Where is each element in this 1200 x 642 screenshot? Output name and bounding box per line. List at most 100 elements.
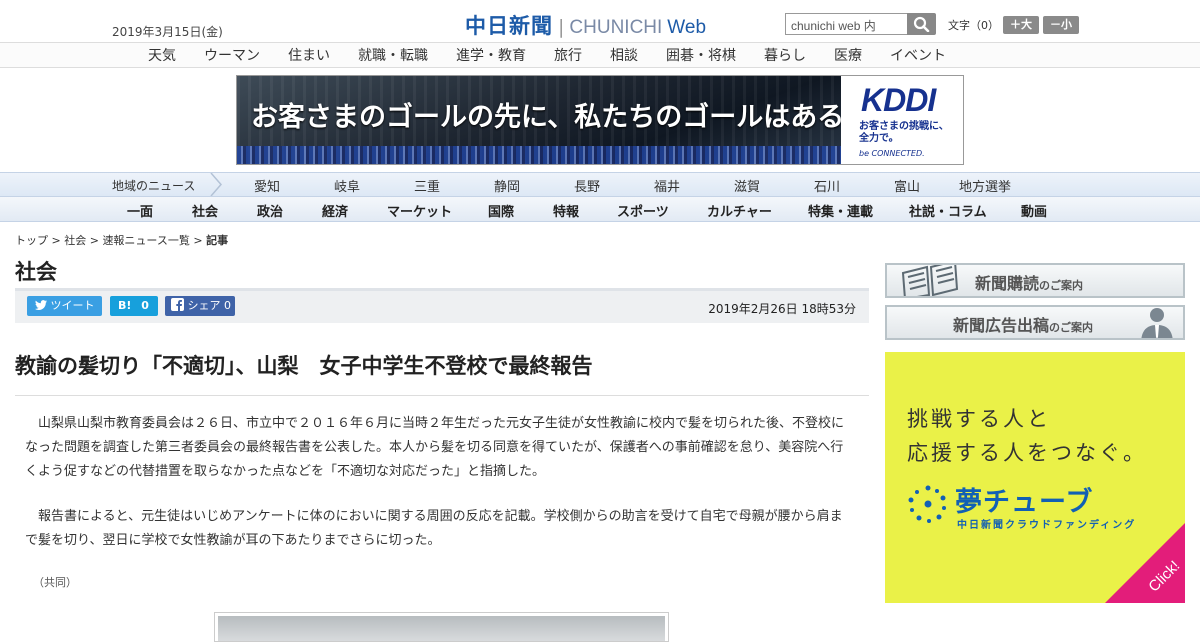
ad-brand-subcopy: お客さまの挑戦に、 全力で。 xyxy=(859,121,949,145)
article-photo-image xyxy=(218,616,665,641)
main-nav-item[interactable]: カルチャー xyxy=(707,201,772,220)
subscription-info-main: 新聞購読 xyxy=(975,274,1040,293)
region-nav-item[interactable]: 石川 xyxy=(814,176,840,195)
main-nav-item[interactable]: 国際 xyxy=(488,201,514,220)
facebook-icon xyxy=(171,298,184,311)
logo-japanese: 中日新聞 xyxy=(465,13,553,38)
main-nav-item[interactable]: 一面 xyxy=(127,201,153,220)
yume-tube-copy-line: 応援する人をつなぐ。 xyxy=(907,441,1147,465)
kddi-ad-banner[interactable]: お客さまのゴールの先に、私たちのゴールはある。 KDDI お客さまの挑戦に、 全… xyxy=(236,75,964,165)
search-button[interactable] xyxy=(907,13,936,35)
dots-burst-icon xyxy=(908,485,946,523)
yume-tube-ad[interactable]: 挑戦する人と 応援する人をつなぐ。 夢チューブ 中日新聞クラウドファンディング … xyxy=(885,352,1185,603)
publish-timestamp: 2019年2月26日 18時53分 xyxy=(708,302,856,316)
region-nav-item[interactable]: 三重 xyxy=(414,176,440,195)
topic-nav-item[interactable]: 旅行 xyxy=(554,45,582,65)
article-paragraph: 報告書によると、元生徒はいじめアンケートに体のにおいに関する周囲の反応を記載。学… xyxy=(25,509,843,548)
topic-nav: 天気 ウーマン 住まい 就職・転職 進学・教育 旅行 相談 囲碁・将棋 暮らし … xyxy=(0,42,1200,68)
region-nav-item[interactable]: 地方選挙 xyxy=(959,176,1011,195)
main-nav-item[interactable]: 社説・コラム xyxy=(909,201,987,220)
main-nav-item[interactable]: 政治 xyxy=(257,201,283,220)
main-nav-item[interactable]: マーケット xyxy=(387,201,452,220)
breadcrumb-link[interactable]: トップ xyxy=(15,234,48,247)
topic-nav-item[interactable]: 暮らし xyxy=(764,45,806,65)
section-title: 社会 xyxy=(15,260,57,284)
text-size-label: 文字（0） xyxy=(948,19,999,32)
share-bar: ツイート B! 0 シェア 0 2019年2月26日 18時53分 xyxy=(15,288,869,323)
yume-tube-copy-line: 挑戦する人と xyxy=(907,407,1051,431)
breadcrumb-link[interactable]: 社会 xyxy=(64,234,86,247)
topic-nav-item[interactable]: 住まい xyxy=(288,45,330,65)
main-nav-item[interactable]: 特報 xyxy=(553,201,579,220)
breadcrumb-separator: > xyxy=(193,234,203,247)
article-photo xyxy=(214,612,669,642)
ad-brand-panel: KDDI お客さまの挑戦に、 全力で。 be CONNECTED. xyxy=(841,76,963,164)
region-nav-item[interactable]: 富山 xyxy=(894,176,920,195)
topic-nav-item[interactable]: 天気 xyxy=(148,45,176,65)
ad-brand-subcopy-line: 全力で。 xyxy=(859,133,899,144)
kddi-logo: KDDI xyxy=(861,82,936,118)
topic-nav-item[interactable]: 相談 xyxy=(610,45,638,65)
search-icon xyxy=(913,16,930,32)
tweet-button[interactable]: ツイート xyxy=(27,296,102,316)
main-nav-item[interactable]: 経済 xyxy=(322,201,348,220)
facebook-share-label: シェア xyxy=(187,299,221,312)
logo-web: Web xyxy=(667,17,707,38)
breadcrumb-link[interactable]: 速報ニュース一覧 xyxy=(102,234,189,247)
facebook-count: 0 xyxy=(224,299,231,312)
subscription-info-button[interactable]: 新聞購読のご案内 xyxy=(885,263,1185,298)
site-header: 2019年3月15日(金) 中日新聞 | CHUNICHI Web chunic… xyxy=(0,0,1200,42)
topic-nav-item[interactable]: 医療 xyxy=(834,45,862,65)
text-size-decrease-button[interactable]: －小 xyxy=(1043,16,1079,34)
topic-nav-item[interactable]: 進学・教育 xyxy=(456,45,526,65)
twitter-bird-icon xyxy=(35,300,47,310)
topic-nav-item[interactable]: 就職・転職 xyxy=(358,45,428,65)
ad-brand-subcopy-line: お客さまの挑戦に、 xyxy=(859,121,949,132)
chevron-right-icon xyxy=(210,173,222,196)
advertising-info-label: 新聞広告出稿のご案内 xyxy=(953,312,1093,336)
topic-nav-item[interactable]: イベント xyxy=(890,45,946,65)
topic-nav-item[interactable]: ウーマン xyxy=(204,45,260,65)
main-nav-item[interactable]: 特集・連載 xyxy=(808,201,873,220)
subscription-info-sub: のご案内 xyxy=(1039,279,1084,292)
open-book-icon xyxy=(901,265,959,296)
hatena-count: 0 xyxy=(141,299,149,312)
logo-english: CHUNICHI xyxy=(569,17,663,38)
region-nav-item[interactable]: 長野 xyxy=(574,176,600,195)
ad-copy: お客さまのゴールの先に、私たちのゴールはある。 xyxy=(251,102,872,133)
hatena-bookmark-icon: B! xyxy=(118,299,132,312)
facebook-share-button[interactable]: シェア 0 xyxy=(165,296,235,316)
advertising-info-main: 新聞広告出稿 xyxy=(953,316,1050,335)
site-logo[interactable]: 中日新聞 | CHUNICHI Web xyxy=(465,10,706,40)
region-nav-item[interactable]: 静岡 xyxy=(494,176,520,195)
main-nav-item[interactable]: 社会 xyxy=(192,201,218,220)
region-nav-item[interactable]: 岐阜 xyxy=(334,176,360,195)
article-credit: （共同） xyxy=(33,576,77,589)
region-nav-item[interactable]: 福井 xyxy=(654,176,680,195)
regional-news-nav: 地域のニュース 愛知 岐阜 三重 静岡 長野 福井 滋賀 石川 富山 地方選挙 xyxy=(0,172,1200,197)
main-category-nav: 一面 社会 政治 経済 マーケット 国際 特報 スポーツ カルチャー 特集・連載… xyxy=(0,197,1200,222)
logo-separator: | xyxy=(558,16,565,38)
subscription-info-label: 新聞購読のご案内 xyxy=(975,270,1083,294)
text-size-increase-button[interactable]: ＋大 xyxy=(1003,16,1039,34)
main-nav-item[interactable]: 動画 xyxy=(1021,201,1047,220)
advertising-info-button[interactable]: 新聞広告出稿のご案内 xyxy=(885,305,1185,340)
current-date: 2019年3月15日(金) xyxy=(112,25,223,39)
breadcrumb-separator: > xyxy=(51,234,61,247)
search-input[interactable]: chunichi web 内 xyxy=(785,13,909,35)
region-nav-item[interactable]: 滋賀 xyxy=(734,176,760,195)
yume-tube-name: 夢チューブ xyxy=(955,487,1094,518)
regional-news-label: 地域のニュース xyxy=(112,179,196,193)
advertising-info-sub: のご案内 xyxy=(1049,321,1094,334)
yume-tube-copy: 挑戦する人と 応援する人をつなぐ。 xyxy=(907,402,1147,470)
main-nav-item[interactable]: スポーツ xyxy=(617,201,669,220)
businessman-icon xyxy=(1141,308,1173,338)
breadcrumb-separator: > xyxy=(89,234,99,247)
hatena-bookmark-button[interactable]: B! 0 xyxy=(110,296,158,316)
tweet-button-label: ツイート xyxy=(50,299,95,312)
region-nav-item[interactable]: 愛知 xyxy=(254,176,280,195)
topic-nav-item[interactable]: 囲碁・将棋 xyxy=(666,45,736,65)
breadcrumb: トップ > 社会 > 速報ニュース一覧 > 記事 xyxy=(15,232,228,248)
article-headline: 教諭の髪切り「不適切」、山梨 女子中学生不登校で最終報告 xyxy=(15,350,869,396)
ad-tagline: be CONNECTED. xyxy=(859,149,925,158)
